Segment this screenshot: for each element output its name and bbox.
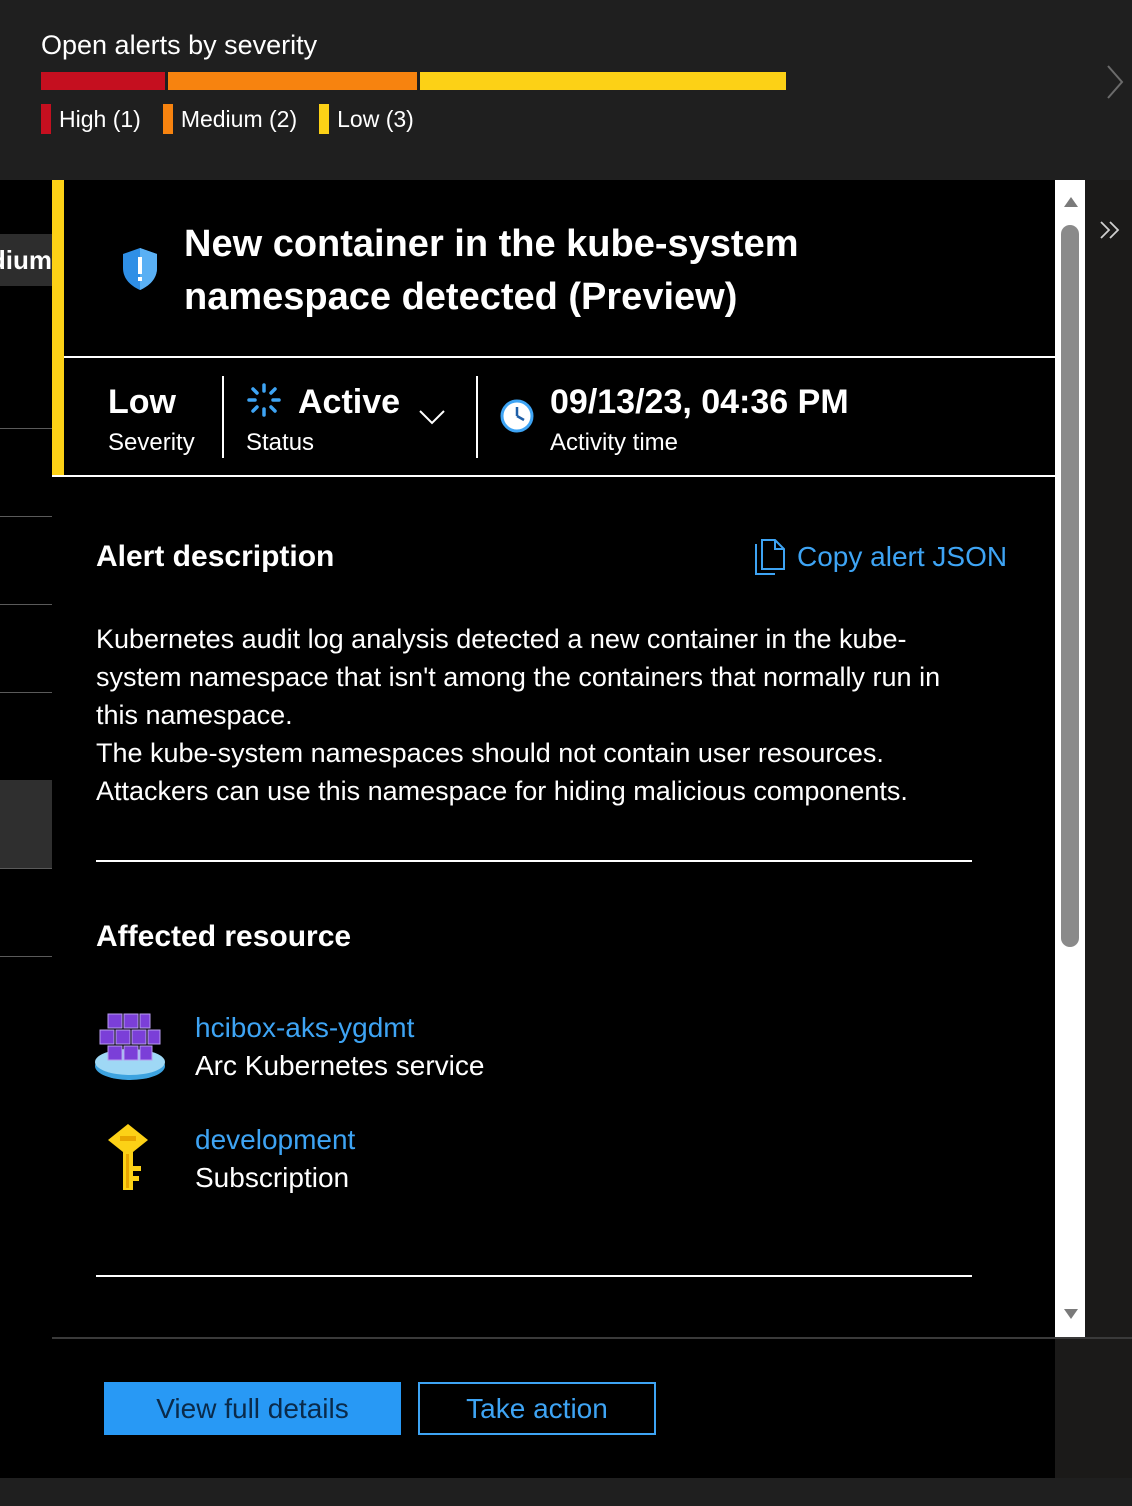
view-full-details-button[interactable]: View full details	[104, 1382, 401, 1435]
resource-type-subscription: Subscription	[195, 1162, 350, 1193]
footer-divider	[52, 1337, 1132, 1339]
copy-alert-json-link[interactable]: Copy alert JSON	[753, 538, 1007, 576]
activity-time-value: 09/13/23, 04:36 PM	[550, 383, 849, 421]
security-alert-shield-icon	[123, 248, 157, 290]
chevron-right-icon[interactable]	[1104, 62, 1126, 102]
alert-description-heading: Alert description	[96, 540, 335, 573]
description-line: this namespace.	[96, 700, 293, 730]
legend-item-high[interactable]: High (1)	[41, 104, 141, 134]
resource-type-cluster: Arc Kubernetes service	[195, 1050, 485, 1081]
copy-alert-json-label: Copy alert JSON	[797, 541, 1008, 572]
status-label: Status	[246, 429, 315, 456]
severity-label: Severity	[108, 429, 195, 456]
list-divider	[0, 516, 52, 517]
kubernetes-cluster-icon	[95, 1013, 165, 1080]
take-action-button[interactable]: Take action	[418, 1382, 656, 1435]
list-divider	[0, 692, 52, 693]
severity-accent-bar	[52, 180, 64, 476]
alert-title: New container in the kube-system namespa…	[184, 223, 799, 318]
description-line: system namespace that isn't among the co…	[96, 662, 941, 692]
scroll-down-arrow-icon[interactable]	[1063, 1308, 1079, 1320]
description-line: Attackers can use this namespace for hid…	[96, 776, 908, 806]
peek-tab-label: dium	[0, 245, 52, 275]
list-severity-filter-tab[interactable]: dium	[0, 234, 52, 286]
affected-resource-heading: Affected resource	[96, 920, 352, 953]
list-divider	[0, 428, 52, 429]
legend-swatch-high	[41, 104, 51, 134]
copy-icon	[755, 539, 785, 575]
bottom-strip	[0, 1478, 1132, 1506]
activity-time-label: Activity time	[550, 429, 679, 456]
clock-icon	[500, 399, 534, 433]
severity-bar-low	[420, 72, 786, 90]
severity-bar-high	[41, 72, 165, 90]
resource-link-cluster[interactable]: hcibox-aks-ygdmt	[195, 1012, 414, 1044]
scrollbar-thumb[interactable]	[1061, 225, 1079, 947]
status-active-spinner-icon	[247, 383, 281, 417]
legend-item-medium[interactable]: Medium (2)	[162, 104, 298, 134]
severity-bar-medium	[168, 72, 417, 90]
list-row-selected[interactable]	[0, 780, 52, 868]
summary-title: Open alerts by severity	[41, 30, 318, 60]
info-separator	[222, 376, 224, 458]
legend-label-medium: Medium (2)	[180, 105, 298, 132]
list-divider	[0, 868, 52, 869]
scroll-up-arrow-icon[interactable]	[1063, 196, 1079, 208]
background-alert-list: dium	[0, 180, 52, 1480]
legend-label-high: High (1)	[59, 105, 141, 132]
status-value[interactable]: Active	[298, 383, 400, 422]
info-separator	[476, 376, 478, 458]
list-divider	[0, 604, 52, 605]
alerts-summary-header: Open alerts by severity High (1) Medium …	[0, 0, 1132, 180]
expand-double-chevron-icon[interactable]	[1098, 218, 1122, 242]
severity-legend: High (1) Medium (2) Low (3)	[41, 104, 436, 134]
alert-description-text: Kubernetes audit log analysis detected a…	[96, 620, 1006, 810]
list-divider	[0, 956, 52, 957]
info-divider	[52, 475, 1055, 477]
section-divider	[96, 860, 972, 862]
legend-label-low: Low (3)	[337, 105, 414, 132]
subscription-key-icon	[108, 1124, 148, 1190]
status-dropdown-chevron-icon[interactable]	[418, 408, 446, 426]
legend-swatch-medium	[162, 104, 173, 134]
description-line: Kubernetes audit log analysis detected a…	[96, 624, 907, 654]
description-line: The kube-system namespaces should not co…	[96, 738, 884, 768]
legend-swatch-low	[319, 104, 330, 134]
header-divider	[64, 356, 1055, 358]
section-divider	[96, 1275, 972, 1277]
legend-item-low[interactable]: Low (3)	[319, 104, 414, 134]
alert-detail-panel	[52, 180, 1055, 1478]
severity-value: Low	[108, 383, 176, 421]
resource-link-subscription[interactable]: development	[195, 1124, 355, 1156]
